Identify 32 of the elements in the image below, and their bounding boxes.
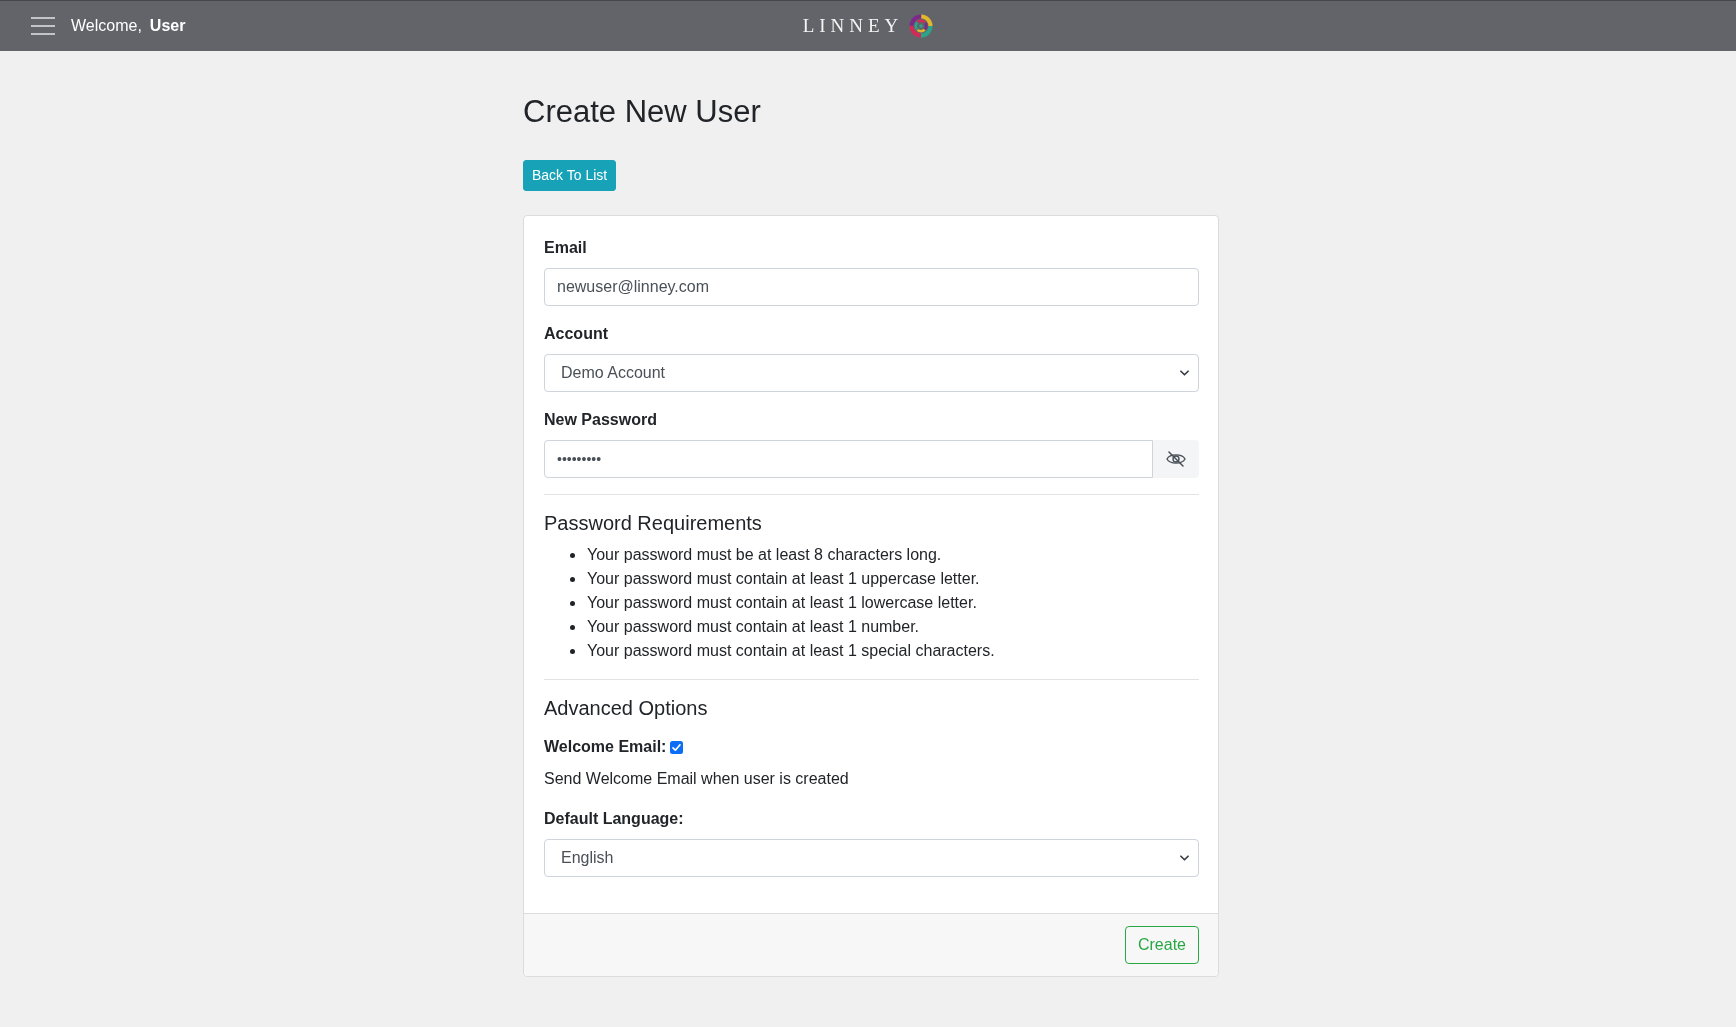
field-label: New Password	[544, 410, 658, 431]
user-name: User	[149, 17, 186, 35]
page-title: Create New User	[523, 93, 762, 131]
bullet-icon	[570, 552, 575, 558]
logo-icon	[909, 14, 934, 38]
bullet-icon	[570, 648, 575, 654]
requirement-text: Your password must contain at least 1 uppercase letter.	[587, 569, 980, 590]
section-heading: Advanced Options	[544, 696, 709, 721]
section-heading: Password Requirements	[544, 511, 763, 536]
help-text: Send Welcome Email when user is created	[544, 769, 850, 790]
field-label: Email	[544, 238, 588, 259]
language-select[interactable]: English	[544, 839, 1199, 878]
bullet-icon	[570, 624, 575, 630]
email-field[interactable]: newuser@linney.com	[544, 268, 1199, 307]
bullet-icon	[570, 600, 575, 606]
account-select[interactable]: Demo Account	[544, 354, 1199, 393]
requirement-text: Your password must contain at least 1 special characters.	[587, 641, 995, 662]
show-password-button[interactable]	[1153, 440, 1199, 479]
caret-down-icon	[1180, 855, 1189, 862]
field-label: Default Language:	[544, 809, 685, 830]
field-label: Welcome Email:	[544, 737, 667, 758]
requirement-text: Your password must contain at least 1 lowercase letter.	[587, 593, 977, 614]
greeting-text: Welcome,	[71, 17, 142, 35]
bullet-icon	[570, 576, 575, 582]
caret-down-icon	[1180, 370, 1189, 377]
checkbox[interactable]	[670, 740, 684, 754]
field-label: Account	[544, 324, 609, 345]
password-field[interactable]: •••••••••	[544, 440, 1153, 479]
menu-icon[interactable]	[31, 17, 55, 35]
logo-text: LINNEY	[802, 15, 904, 37]
requirement-text: Your password must contain at least 1 number.	[587, 617, 920, 638]
requirement-text: Your password must be at least 8 characters long.	[587, 545, 942, 566]
